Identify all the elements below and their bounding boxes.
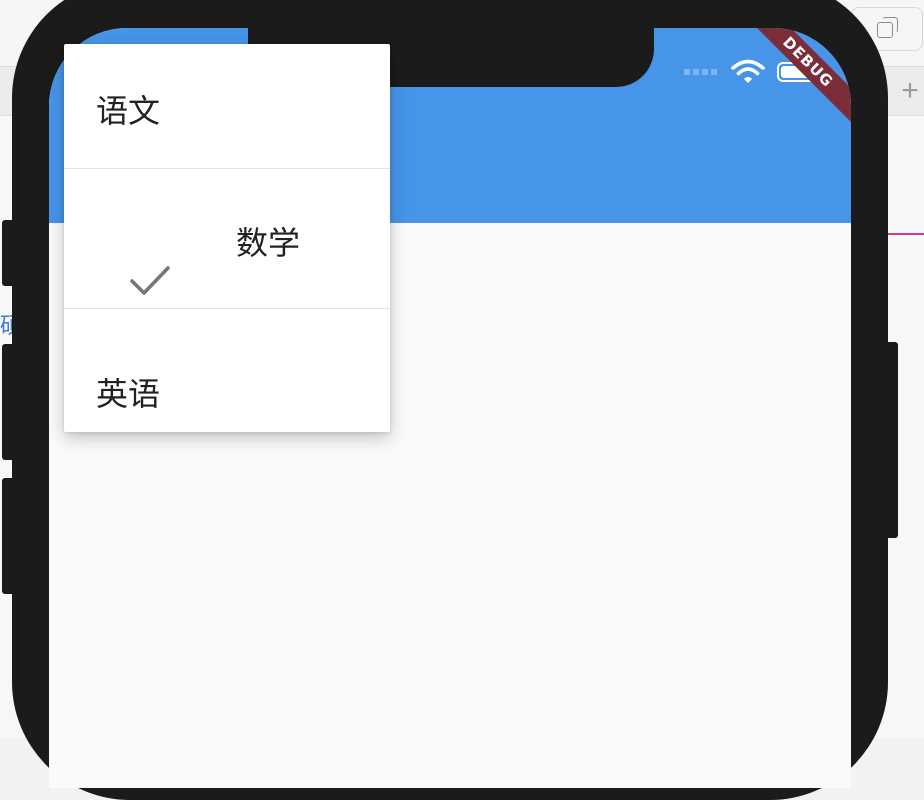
- menu-item-label: 数学: [236, 224, 301, 262]
- menu-item-math[interactable]: 数学: [64, 168, 390, 308]
- menu-item-label: 语文: [96, 92, 161, 130]
- volume-down-button: [2, 478, 16, 594]
- check-icon: [130, 266, 170, 295]
- menu-item-english[interactable]: 英语: [64, 308, 390, 432]
- mute-switch: [2, 220, 16, 286]
- menu-item-label: 英语: [96, 375, 161, 413]
- host-accent-line: [888, 233, 924, 235]
- menu-item-chinese[interactable]: 语文: [64, 44, 390, 168]
- signal-icon: [684, 69, 717, 75]
- debug-banner: DEBUG: [741, 28, 851, 131]
- popup-menu: 语文 数学 英语: [64, 44, 390, 432]
- plus-icon[interactable]: +: [896, 72, 924, 110]
- volume-up-button: [2, 344, 16, 460]
- power-button: [884, 342, 898, 538]
